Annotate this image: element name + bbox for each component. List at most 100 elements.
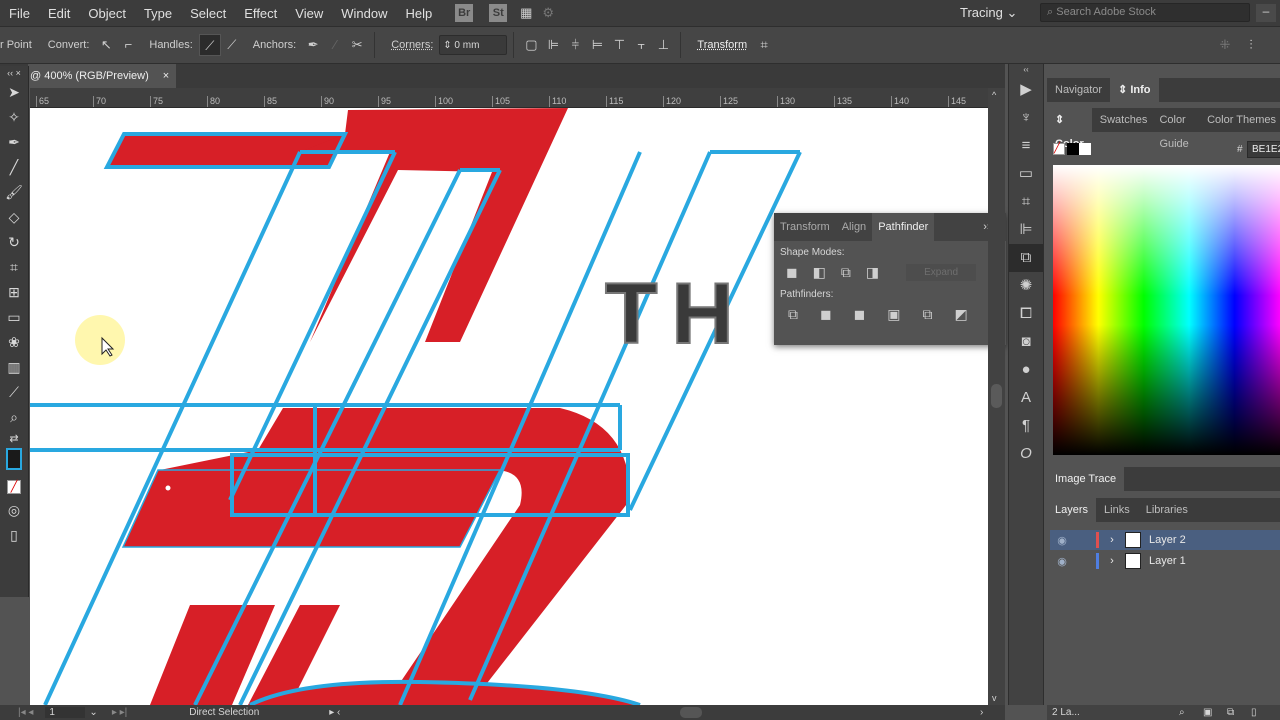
minus-back-icon[interactable]: ◩ [954, 306, 967, 323]
pen-tool-icon[interactable]: ✒ [0, 130, 28, 155]
gradient-icon[interactable]: ▭ [1009, 160, 1043, 188]
stock-search-input[interactable]: ⌕ Search Adobe Stock [1040, 3, 1250, 22]
vertical-scrollbar[interactable]: ^ v [988, 88, 1005, 705]
color-spectrum[interactable] [1053, 165, 1280, 455]
arrange-documents-icon[interactable]: ▦ [515, 2, 537, 24]
align-icon[interactable]: ⊫ [1009, 216, 1043, 244]
menu-view[interactable]: View [286, 6, 332, 21]
paragraph-icon[interactable]: ¶ [1009, 412, 1043, 440]
tab-image-trace[interactable]: Image Trace [1047, 467, 1125, 491]
symbol-sprayer-icon[interactable]: ❀ [0, 330, 28, 355]
unite-icon[interactable]: ◼ [786, 264, 798, 281]
free-transform-icon[interactable]: ⌗ [0, 255, 28, 280]
tab-links[interactable]: Links [1096, 498, 1138, 522]
transform-link[interactable]: Transform [697, 39, 747, 51]
clipping-mask-icon[interactable]: ▣ [1203, 705, 1212, 720]
visibility-eye-icon[interactable]: ◉ [1050, 555, 1074, 568]
corners-input[interactable]: ⇕ 0 mm [439, 35, 508, 55]
artboard-dropdown-icon[interactable]: ⌄ [89, 707, 97, 718]
opentype-icon[interactable]: O [1009, 440, 1043, 468]
stepper-icon[interactable]: ⇕ [440, 40, 454, 51]
none-color-icon[interactable]: ╱ [0, 473, 28, 498]
align-bottom-icon[interactable]: ⊥ [652, 34, 674, 56]
workspace-switcher[interactable]: Tracing ⌄ [960, 5, 1017, 21]
graph-tool-icon[interactable]: ▥ [0, 355, 28, 380]
brushes-icon[interactable]: ♆ [1009, 104, 1043, 132]
eraser-icon[interactable]: ◇ [0, 205, 28, 230]
hex-input[interactable]: BE1E2 [1247, 141, 1280, 158]
exclude-icon[interactable]: ◨ [866, 264, 879, 281]
tab-libraries[interactable]: Libraries [1138, 498, 1196, 522]
close-tab-icon[interactable]: × [163, 70, 169, 82]
last-artboard-icon[interactable]: ▸ ▸| [112, 707, 127, 718]
expand-chevron-icon[interactable]: › [1099, 534, 1125, 546]
menu-effect[interactable]: Effect [235, 6, 286, 21]
tab-info[interactable]: ⇕ Info [1110, 78, 1159, 102]
symbols-icon[interactable]: ◙ [1009, 328, 1043, 356]
tab-transform[interactable]: Transform [774, 213, 836, 241]
expand-button[interactable]: Expand [906, 264, 977, 281]
artboards-icon[interactable]: ⧠ [1009, 300, 1043, 328]
new-sublayer-icon[interactable]: ⧉ [1227, 705, 1234, 720]
collapse-toolbar-icon[interactable]: ‹‹ × [0, 66, 28, 80]
align-hcenter-icon[interactable]: ⫩ [564, 34, 586, 56]
menu-help[interactable]: Help [396, 6, 441, 21]
first-artboard-icon[interactable]: |◂ ◂ [18, 707, 33, 718]
pathfinder-icon[interactable]: ⧉ [1009, 244, 1043, 272]
cut-path-icon[interactable]: ✂ [346, 34, 368, 56]
draw-mode-icon[interactable]: ◎ [0, 498, 28, 523]
panel-menu-icon[interactable]: ⫶ [1240, 34, 1262, 56]
paintbrush-icon[interactable]: 🖌 [0, 180, 28, 205]
convert-smooth-icon[interactable]: ⌐ [117, 34, 139, 56]
new-layer-icon[interactable]: ▯ [1251, 705, 1257, 720]
stock-button[interactable]: St [489, 4, 508, 22]
menu-window[interactable]: Window [332, 6, 396, 21]
actions-icon[interactable]: ▶ [1009, 76, 1043, 104]
black-swatch[interactable] [1067, 143, 1079, 155]
white-swatch[interactable] [1079, 143, 1091, 155]
trim-icon[interactable]: ◼ [820, 306, 832, 323]
horizontal-scroll-thumb[interactable] [680, 707, 702, 718]
none-swatch[interactable]: ╱ [1053, 143, 1065, 155]
remove-anchor-icon[interactable]: ✒ [302, 34, 324, 56]
tab-color[interactable]: ⇕ Color [1047, 108, 1092, 150]
horizontal-ruler[interactable]: 65 70 75 80 85 90 95 100 105 110 115 120 125 130 135 14… [30, 88, 988, 108]
layer-name[interactable]: Layer 1 [1149, 555, 1186, 567]
minus-front-icon[interactable]: ◧ [813, 264, 826, 281]
eyedropper-icon[interactable]: ⟋ [0, 380, 28, 405]
align-left-icon[interactable]: ⊫ [542, 34, 564, 56]
magic-wand-icon[interactable]: ✧ [0, 105, 28, 130]
divide-icon[interactable]: ⧉ [788, 306, 798, 323]
menu-select[interactable]: Select [181, 6, 235, 21]
artboard-number-input[interactable]: 1 [45, 707, 86, 718]
crop-icon[interactable]: ▣ [887, 306, 900, 323]
tab-navigator[interactable]: Navigator [1047, 78, 1110, 102]
zoom-tool-icon[interactable]: ⌕ [0, 405, 28, 430]
align-to-icon[interactable]: ▢ [520, 34, 542, 56]
merge-icon[interactable]: ◼ [854, 306, 866, 323]
bridge-button[interactable]: Br [455, 4, 474, 22]
transform-icon[interactable]: ⌗ [1009, 188, 1043, 216]
outline-icon[interactable]: ⧉ [922, 306, 932, 323]
show-handles-icon[interactable]: ⟋ [198, 34, 221, 56]
gradient-tool-icon[interactable]: ▭ [0, 305, 28, 330]
tab-pathfinder[interactable]: Pathfinder [872, 213, 935, 241]
swap-colors-icon[interactable]: ⇄ [0, 430, 28, 448]
hide-handles-icon[interactable]: ⟋ [221, 34, 243, 56]
minimize-button[interactable]: – [1256, 4, 1276, 22]
selection-tool-icon[interactable]: ➤ [0, 80, 28, 105]
stroke-icon[interactable]: ≡ [1009, 132, 1043, 160]
tab-swatches[interactable]: Swatches [1092, 108, 1156, 132]
align-right-icon[interactable]: ⊨ [586, 34, 608, 56]
layer-row[interactable]: ◉ › Layer 1 [1050, 551, 1280, 571]
fill-color-icon[interactable] [0, 448, 28, 473]
mesh-tool-icon[interactable]: ⊞ [0, 280, 28, 305]
isolate-icon[interactable]: ⌗ [753, 34, 775, 56]
scroll-right-icon[interactable]: › [980, 707, 983, 718]
character-icon[interactable]: A [1009, 384, 1043, 412]
status-menu-icon[interactable]: ▸ ‹ [329, 707, 340, 718]
gpu-performance-icon[interactable]: ⚙ [537, 2, 559, 24]
document-tab[interactable]: @ 400% (RGB/Preview) × [28, 64, 176, 88]
grid-icon[interactable]: ⁜ [1214, 34, 1236, 56]
layer-row[interactable]: ◉ › Layer 2 [1050, 530, 1280, 550]
